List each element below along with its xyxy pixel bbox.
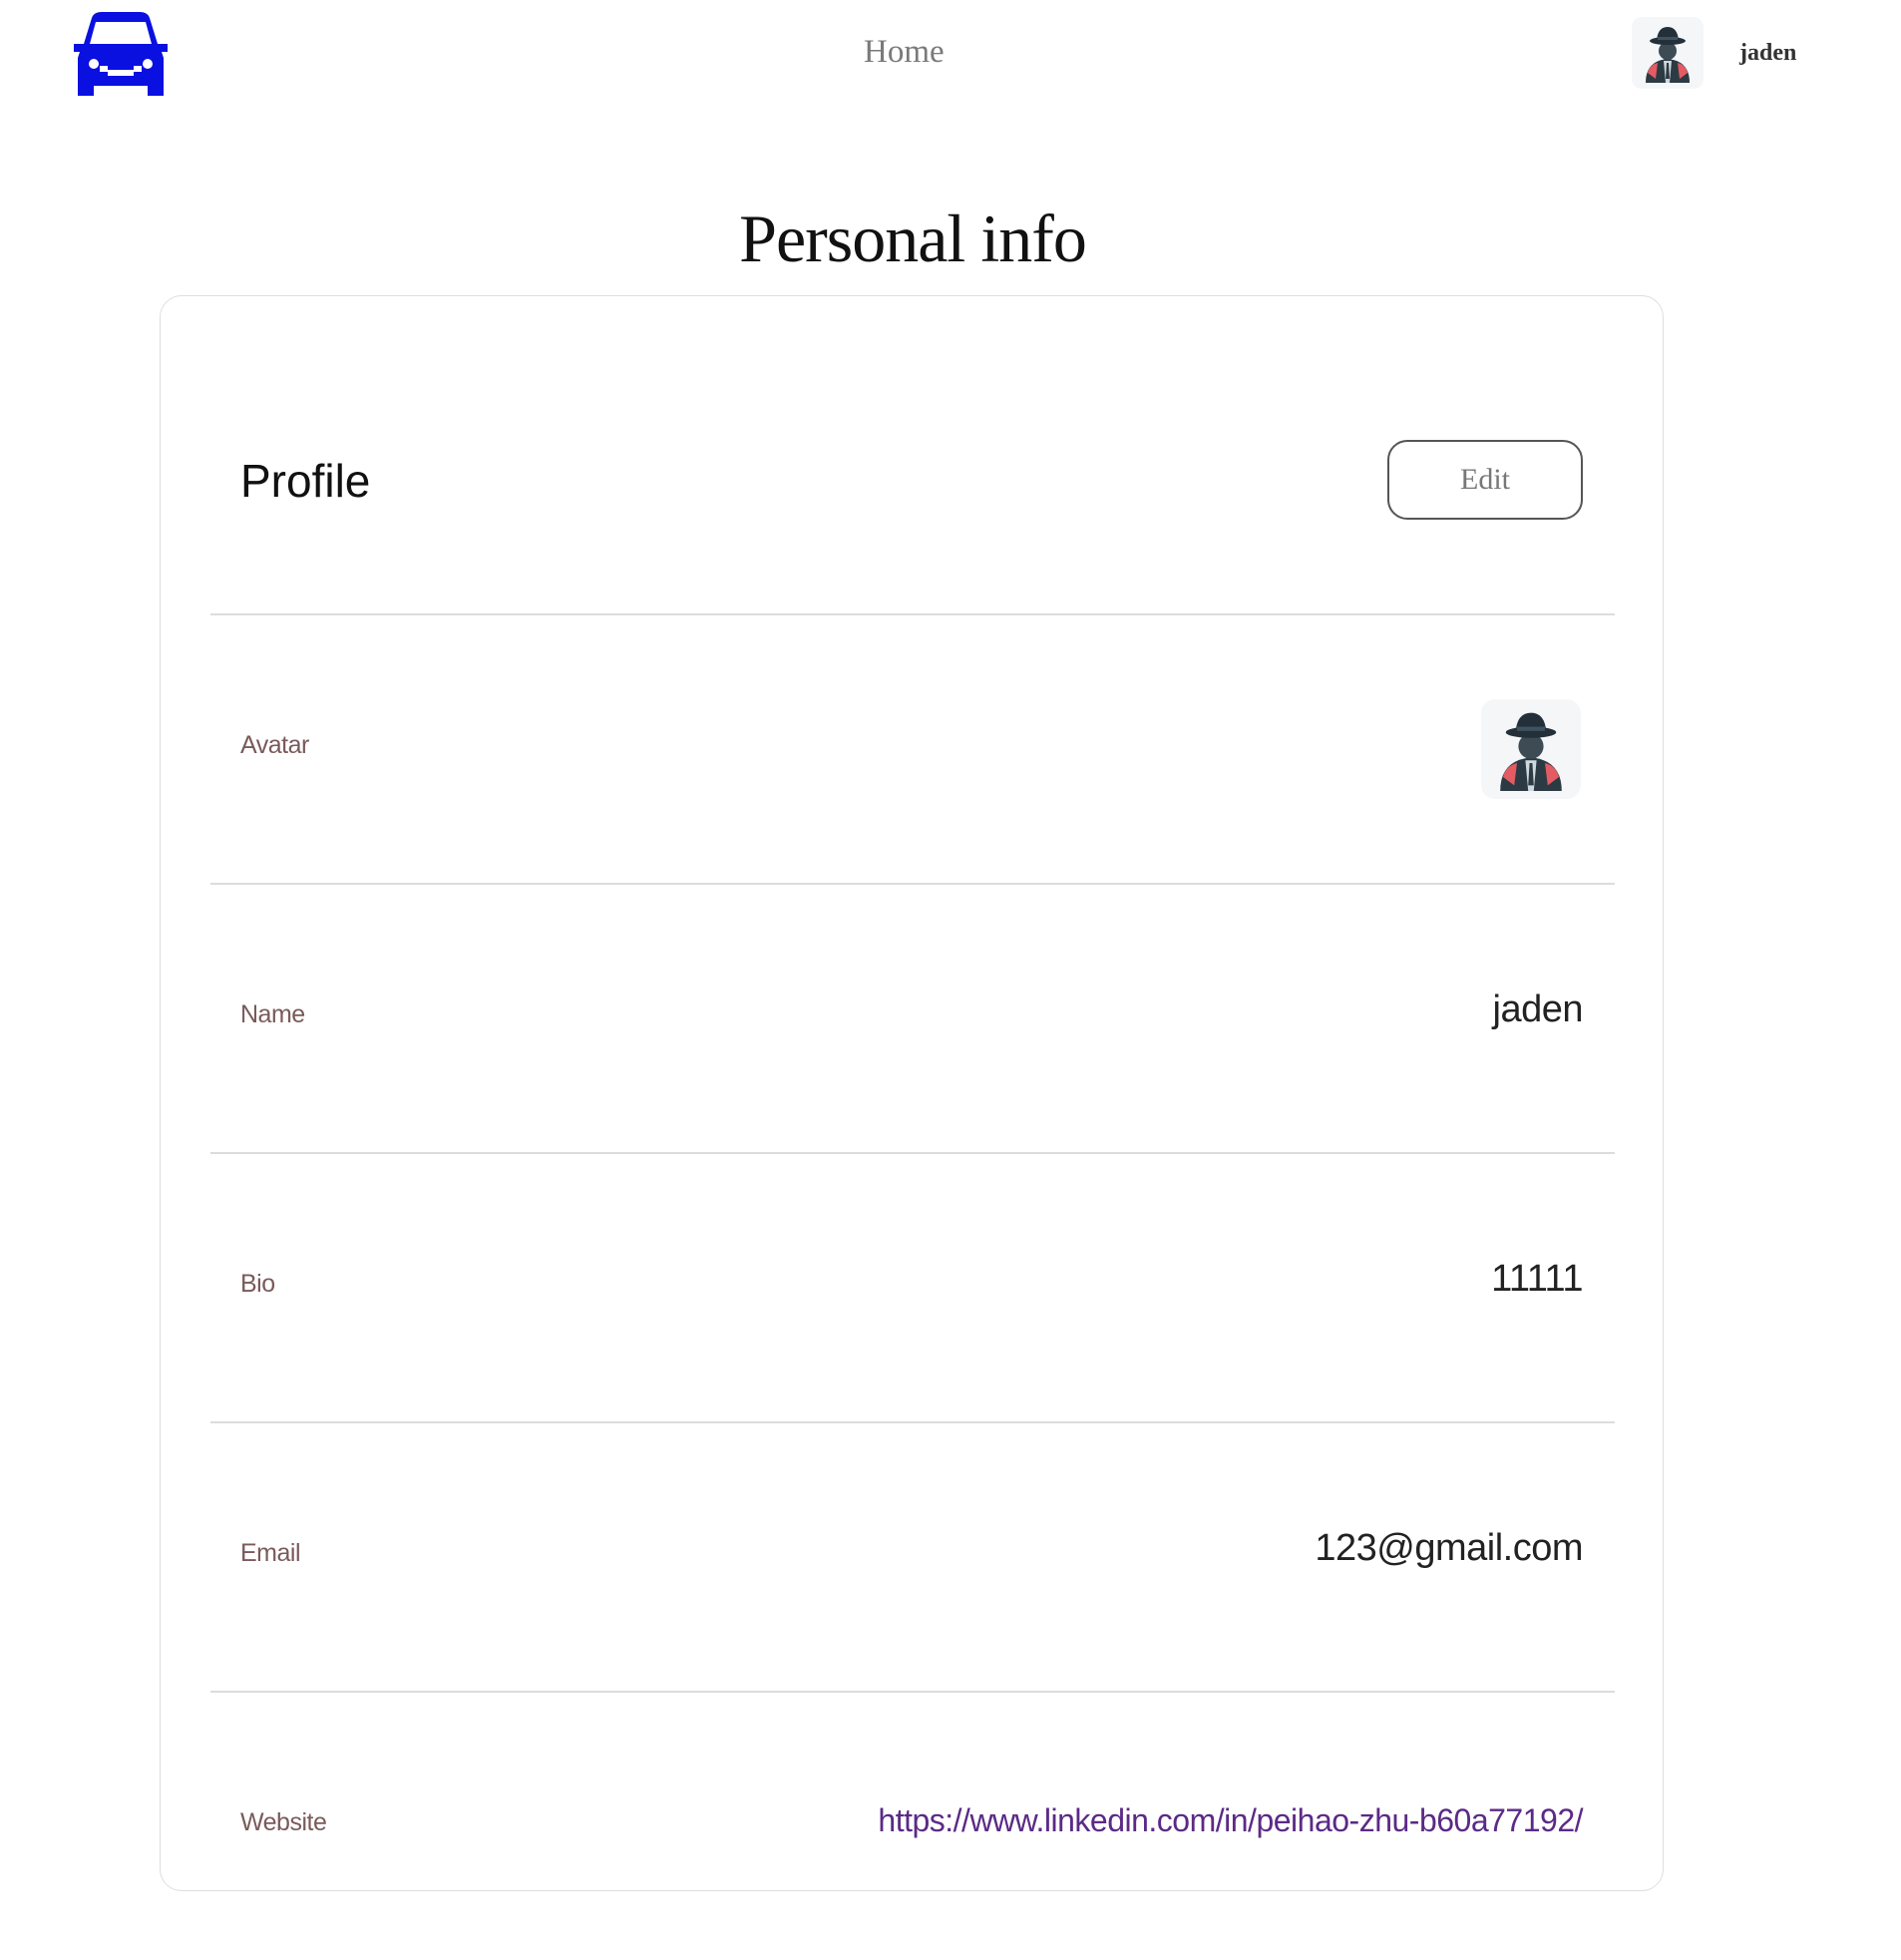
field-label-email: Email [240,1539,301,1567]
top-navigation-bar: Home jaden [0,0,1901,110]
profile-card: Profile Edit Avatar Name jaden Bio 11111… [160,295,1664,1891]
spy-avatar-icon [1646,27,1690,83]
profile-section-title: Profile [240,455,371,507]
profile-row-name: Name jaden [161,885,1663,1152]
website-link[interactable]: https://www.linkedin.com/in/peihao-zhu-b… [878,1802,1583,1839]
field-label-name: Name [240,1000,305,1028]
avatar[interactable] [1481,699,1581,799]
nav-home-link[interactable]: Home [864,34,945,71]
avatar [1632,17,1704,89]
profile-row-bio: Bio 11111 [161,1154,1663,1421]
field-value-email: 123@gmail.com [1315,1527,1583,1569]
car-logo-icon[interactable] [70,10,172,98]
user-menu[interactable]: jaden [1632,16,1796,90]
profile-row-website: Website https://www.linkedin.com/in/peih… [161,1693,1663,1960]
edit-button[interactable]: Edit [1387,440,1583,520]
field-label-website: Website [240,1808,327,1836]
profile-card-header: Profile Edit [161,296,1663,613]
field-label-bio: Bio [240,1270,275,1298]
field-value-bio: 11111 [1491,1258,1583,1300]
page-title: Personal info [739,200,1087,276]
profile-row-email: Email 123@gmail.com [161,1423,1663,1691]
spy-avatar-icon [1500,712,1562,791]
field-label-avatar: Avatar [240,731,309,759]
user-name-label: jaden [1739,39,1797,66]
profile-row-avatar: Avatar [161,615,1663,883]
field-value-name: jaden [1492,988,1584,1030]
